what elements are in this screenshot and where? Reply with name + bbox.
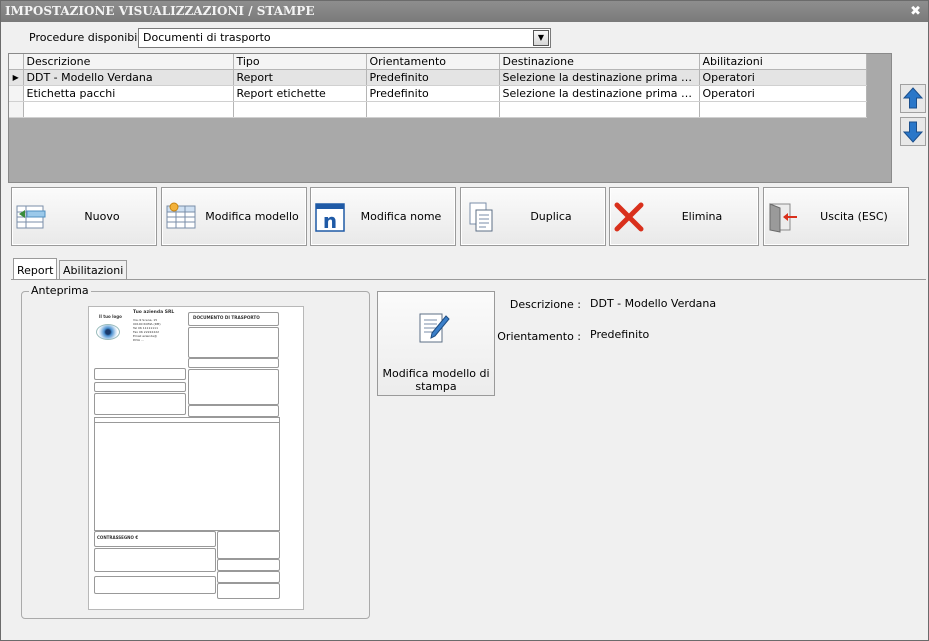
preview-box xyxy=(94,382,186,392)
chevron-down-icon[interactable]: ▼ xyxy=(533,30,549,46)
tab-report[interactable]: Report xyxy=(13,258,58,280)
new-button-label: Nuovo xyxy=(84,210,120,223)
reports-table: Descrizione Tipo Orientamento Destinazio… xyxy=(9,54,867,118)
preview-doc-title: DOCUMENTO DI TRASPORTO xyxy=(193,315,260,320)
preview-box xyxy=(217,531,280,559)
preview-cod-label: CONTRASSEGNO € xyxy=(97,535,139,540)
svg-text:n: n xyxy=(323,209,337,233)
move-down-button[interactable] xyxy=(900,117,926,146)
copy-icon xyxy=(469,202,493,232)
preview-vat-box xyxy=(188,358,279,368)
rename-icon: n xyxy=(315,203,345,233)
document-pen-icon xyxy=(419,313,450,343)
table-cell[interactable]: Report etichette xyxy=(233,85,367,102)
table-cell[interactable]: Operatori xyxy=(699,69,867,86)
preview-logo-text: Il tuo logo xyxy=(99,314,122,319)
table-cell[interactable]: Predefinito xyxy=(366,85,500,102)
exit-button[interactable]: Uscita (ESC) xyxy=(763,187,909,246)
edit-model-button-label: Modifica modello xyxy=(205,210,299,223)
table-cell[interactable] xyxy=(233,101,367,118)
procedure-label: Procedure disponibili : xyxy=(29,31,151,44)
close-icon[interactable]: ✖ xyxy=(910,1,921,22)
column-header[interactable]: Destinazione xyxy=(499,54,700,70)
edit-print-template-button[interactable]: Modifica modello di stampa xyxy=(377,291,495,396)
preview-box xyxy=(217,583,280,599)
row-indicator xyxy=(9,101,24,118)
table-edit-icon xyxy=(166,202,196,229)
new-button[interactable]: Nuovo xyxy=(11,187,157,246)
edit-name-button-label: Modifica nome xyxy=(360,210,442,223)
preview-box xyxy=(94,393,186,415)
report-preview-image: Il tuo logo Tuo azienda SRL Via di Scena… xyxy=(88,306,304,610)
tab-divider xyxy=(11,279,926,280)
column-header[interactable]: Abilitazioni xyxy=(699,54,867,70)
column-header[interactable]: Tipo xyxy=(233,54,367,70)
description-label: Descrizione : xyxy=(509,298,581,311)
orientation-value: Predefinito xyxy=(590,328,650,341)
table-cell[interactable] xyxy=(499,101,700,118)
arrow-up-icon xyxy=(903,87,923,109)
preview-box xyxy=(217,559,280,571)
table-cell[interactable]: Predefinito xyxy=(366,69,500,86)
table-cell[interactable]: DDT - Modello Verdana xyxy=(23,69,234,86)
delete-button-label: Elimina xyxy=(681,210,723,223)
eye-logo-icon xyxy=(96,324,120,340)
edit-name-button[interactable]: n Modifica nome xyxy=(310,187,456,246)
table-add-icon xyxy=(16,205,46,229)
column-header[interactable]: Orientamento xyxy=(366,54,500,70)
table-row[interactable]: ▶ DDT - Modello Verdana Report Predefini… xyxy=(9,69,867,86)
row-indicator xyxy=(9,85,24,102)
table-cell[interactable]: Selezione la destinazione prima di stamp… xyxy=(499,85,700,102)
preview-title-box: DOCUMENTO DI TRASPORTO xyxy=(188,312,279,326)
main-window: IMPOSTAZIONE VISUALIZZAZIONI / STAMPE ✖ … xyxy=(0,0,929,641)
description-value: DDT - Modello Verdana xyxy=(590,297,717,310)
header-indicator xyxy=(9,54,24,70)
preview-company: Tuo azienda SRL xyxy=(133,310,175,315)
preview-cod-box: CONTRASSEGNO € xyxy=(94,531,216,547)
edit-print-template-label: Modifica modello di stampa xyxy=(382,367,490,393)
table-cell[interactable]: Report xyxy=(233,69,367,86)
exit-door-icon xyxy=(769,203,797,233)
arrow-down-icon xyxy=(903,121,923,143)
preview-address-6: P.IVA ... xyxy=(133,338,144,342)
table-new-row[interactable] xyxy=(9,101,867,118)
preview-recipient-box xyxy=(188,327,279,358)
preview-box xyxy=(217,571,280,583)
table-header-row: Descrizione Tipo Orientamento Destinazio… xyxy=(9,54,867,70)
table-cell[interactable] xyxy=(699,101,867,118)
procedure-select-value: Documenti di trasporto xyxy=(143,31,271,44)
preview-destination-box xyxy=(188,369,279,405)
column-header[interactable]: Descrizione xyxy=(23,54,234,70)
duplicate-button-label: Duplica xyxy=(530,210,572,223)
window-title: IMPOSTAZIONE VISUALIZZAZIONI / STAMPE xyxy=(5,4,315,18)
delete-button[interactable]: Elimina xyxy=(609,187,759,246)
delete-x-icon xyxy=(614,202,644,232)
preview-box xyxy=(94,548,216,572)
duplicate-button[interactable]: Duplica xyxy=(460,187,606,246)
row-indicator-icon: ▶ xyxy=(9,69,24,86)
table-row[interactable]: Etichetta pacchi Report etichette Predef… xyxy=(9,85,867,102)
preview-items-table xyxy=(94,417,280,531)
preview-group-title: Anteprima xyxy=(29,284,91,297)
move-up-button[interactable] xyxy=(900,84,926,113)
table-cell[interactable]: Selezione la destinazione prima di stamp… xyxy=(499,69,700,86)
preview-box xyxy=(94,576,216,594)
exit-button-label: Uscita (ESC) xyxy=(820,210,888,223)
orientation-label: Orientamento : xyxy=(497,330,581,343)
reports-grid: Descrizione Tipo Orientamento Destinazio… xyxy=(8,53,892,183)
preview-agent-box xyxy=(188,405,279,417)
table-cell[interactable]: Operatori xyxy=(699,85,867,102)
procedure-select[interactable]: Documenti di trasporto ▼ xyxy=(138,28,551,48)
preview-box xyxy=(94,368,186,380)
table-cell[interactable] xyxy=(366,101,500,118)
tab-permissions[interactable]: Abilitazioni xyxy=(59,260,128,280)
table-cell[interactable]: Etichetta pacchi xyxy=(23,85,234,102)
title-bar: IMPOSTAZIONE VISUALIZZAZIONI / STAMPE ✖ xyxy=(1,1,928,22)
table-cell[interactable] xyxy=(23,101,234,118)
edit-model-button[interactable]: Modifica modello xyxy=(161,187,307,246)
